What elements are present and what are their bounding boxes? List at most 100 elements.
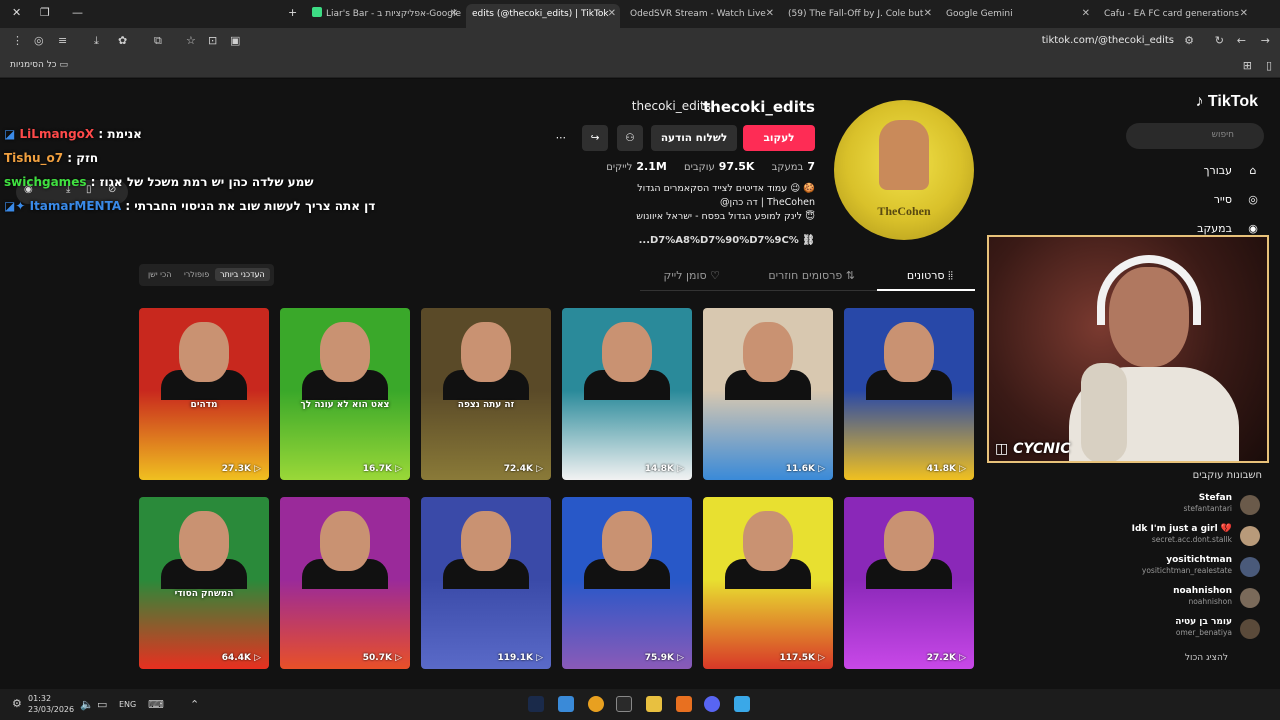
- share-button[interactable]: ↪: [582, 125, 608, 151]
- follow-button[interactable]: לעקוב: [743, 125, 815, 151]
- tab-liked[interactable]: סומן לייק ♡: [664, 269, 720, 282]
- install-icon[interactable]: ⊡: [208, 34, 217, 47]
- settings-icon[interactable]: ⚙: [12, 697, 22, 710]
- chat-user: swichgames: [4, 175, 87, 189]
- video-thumbnail[interactable]: 11.6K ▷: [703, 308, 833, 480]
- reload-icon[interactable]: ↻: [1215, 34, 1224, 47]
- browser-tab[interactable]: ✕ OdedSVR Stream - Watch Live: [624, 4, 778, 24]
- video-thumbnail[interactable]: זה עתה נצפה 72.4K ▷: [421, 308, 551, 480]
- tray-chevron-icon[interactable]: ⌃: [190, 698, 199, 711]
- nav-for-you[interactable]: עבורך ⌂: [1204, 164, 1260, 177]
- sort-latest[interactable]: העדכני ביותר: [215, 268, 270, 281]
- video-thumbnail[interactable]: 14.8K ▷: [562, 308, 692, 480]
- following-account[interactable]: noahnishon noahnishon: [1080, 586, 1260, 610]
- account-name: Idk I'm just a girl 💔: [1131, 524, 1232, 534]
- restore-window-icon[interactable]: ❐: [40, 6, 50, 19]
- file-explorer-app-icon[interactable]: [646, 696, 662, 712]
- bio-link[interactable]: ...D7%A8%D7%90%D7%9C% ⛓: [639, 235, 815, 246]
- all-bookmarks-button[interactable]: כל הסימניות ▭: [10, 60, 68, 70]
- tab-reposts[interactable]: פרסומים חוזרים ⇅: [768, 269, 855, 282]
- sidebar-icon[interactable]: ▯: [1266, 59, 1272, 72]
- account-name: noahnishon: [1173, 586, 1232, 596]
- cast-icon[interactable]: ▣: [230, 34, 240, 47]
- video-thumbnail[interactable]: מדהים 27.3K ▷: [139, 308, 269, 480]
- windows-start-icon[interactable]: [734, 696, 750, 712]
- steam-app-icon[interactable]: [528, 696, 544, 712]
- tab-videos[interactable]: סרטונים ⦙⦙: [907, 269, 953, 283]
- back-icon[interactable]: →: [1261, 34, 1270, 47]
- chat-user: LiLmangoX: [19, 127, 95, 141]
- browser-tab[interactable]: ✕ Liar's Bar - אפליקציות ב-Google: [306, 4, 462, 24]
- share-icon[interactable]: ⧉: [154, 34, 162, 48]
- message-button[interactable]: לשלוח הודעה: [651, 125, 737, 151]
- sort-toggle: העדכני ביותר פופולרי הכי ישן: [139, 264, 274, 286]
- epic-games-app-icon[interactable]: [616, 696, 632, 712]
- profile-avatar: TheCohen: [834, 100, 974, 240]
- folder-icon: ▭: [59, 60, 68, 70]
- video-thumbnail[interactable]: 50.7K ▷: [280, 497, 410, 669]
- browser-tab-active[interactable]: ✕ edits (@thecoki_edits) | TikTok: [466, 4, 620, 28]
- close-tab-icon[interactable]: ✕: [450, 4, 458, 24]
- language-indicator[interactable]: ENG: [119, 700, 136, 709]
- browser-tab[interactable]: ✕ Google Gemini: [940, 4, 1094, 24]
- minimize-window-icon[interactable]: —: [72, 6, 83, 19]
- chat-message: Tishu_o7 : חזק: [4, 151, 99, 165]
- close-tab-icon[interactable]: ✕: [1240, 4, 1248, 24]
- following-account[interactable]: Idk I'm just a girl 💔 secret.acc.dont.sta…: [1080, 524, 1260, 548]
- reading-list-icon[interactable]: ≡: [58, 34, 67, 47]
- volume-icon[interactable]: 🔈: [80, 698, 94, 711]
- video-thumbnail[interactable]: 119.1K ▷: [421, 497, 551, 669]
- close-window-icon[interactable]: ✕: [12, 6, 21, 19]
- address-bar[interactable]: tiktok.com/@thecoki_edits: [1042, 35, 1174, 46]
- followers-stat[interactable]: 97.5Kעוקבים: [684, 160, 754, 173]
- avatar: [1240, 557, 1260, 577]
- chat-user: Tishu_o7: [4, 151, 64, 165]
- keyboard-icon[interactable]: ⌨: [148, 698, 164, 711]
- close-tab-icon[interactable]: ✕: [1082, 4, 1090, 24]
- browser-tab[interactable]: ✕ (59) The Fall-Off by J. Cole but: [782, 4, 936, 24]
- puzzle-icon[interactable]: ✿: [118, 34, 127, 47]
- files-app-icon[interactable]: [676, 696, 692, 712]
- site-settings-icon[interactable]: ⚙: [1184, 34, 1194, 47]
- add-friend-button[interactable]: ⚇: [617, 125, 643, 151]
- new-tab-icon[interactable]: +: [288, 6, 297, 19]
- following-stat[interactable]: 7במעקב: [772, 160, 815, 173]
- close-tab-icon[interactable]: ✕: [608, 4, 616, 24]
- sort-oldest[interactable]: הכי ישן: [143, 268, 176, 281]
- star-icon[interactable]: ☆: [186, 34, 196, 47]
- show-all-link[interactable]: להציג הכול: [1185, 653, 1228, 663]
- following-account[interactable]: Stefan stefantantari: [1080, 493, 1260, 517]
- discord-app-icon[interactable]: [704, 696, 720, 712]
- video-thumbnail[interactable]: צאט הוא לא עונה לך 16.7K ▷: [280, 308, 410, 480]
- download-icon[interactable]: ⤓: [94, 34, 99, 48]
- search-input[interactable]: חיפוש: [1126, 123, 1264, 149]
- following-account[interactable]: עומר בן עטיה omer_benatiya: [1080, 617, 1260, 641]
- nav-following[interactable]: במעקב ◉: [1197, 222, 1260, 235]
- notepad-app-icon[interactable]: [558, 696, 574, 712]
- close-tab-icon[interactable]: ✕: [924, 4, 932, 24]
- apps-grid-icon[interactable]: ⊞: [1243, 59, 1252, 72]
- close-tab-icon[interactable]: ✕: [766, 4, 774, 24]
- video-thumbnail[interactable]: המשחק הסודי 64.4K ▷: [139, 497, 269, 669]
- chrome-app-icon[interactable]: [588, 696, 604, 712]
- network-icon[interactable]: ▭: [97, 698, 107, 711]
- account-name: Stefan: [1198, 493, 1232, 503]
- sort-popular[interactable]: פופולרי: [179, 268, 214, 281]
- browser-tab[interactable]: ✕ Cafu - EA FC card generations: [1098, 4, 1252, 24]
- tiktok-logo[interactable]: ♪ TikTok: [1195, 93, 1258, 111]
- view-count: 64.4K ▷: [221, 653, 261, 663]
- forward-icon[interactable]: ←: [1237, 34, 1246, 47]
- video-thumbnail[interactable]: 117.5K ▷: [703, 497, 833, 669]
- menu-icon[interactable]: ⋮: [12, 34, 23, 47]
- extension-icon[interactable]: ◎: [34, 34, 44, 47]
- video-thumbnail[interactable]: 27.2K ▷: [844, 497, 974, 669]
- video-thumbnail[interactable]: 41.8K ▷: [844, 308, 974, 480]
- following-account[interactable]: yositichtman yositichtman_realestate: [1080, 555, 1260, 579]
- clock[interactable]: 01:32 23/03/2026: [28, 693, 74, 715]
- account-handle: yositichtman_realestate: [1141, 566, 1232, 575]
- video-thumbnail[interactable]: 75.9K ▷: [562, 497, 692, 669]
- link-icon: ⛓: [802, 235, 815, 246]
- more-button[interactable]: ⋯: [548, 125, 574, 151]
- chat-text: חזק: [76, 151, 99, 165]
- nav-explore[interactable]: סייר ◎: [1214, 193, 1260, 206]
